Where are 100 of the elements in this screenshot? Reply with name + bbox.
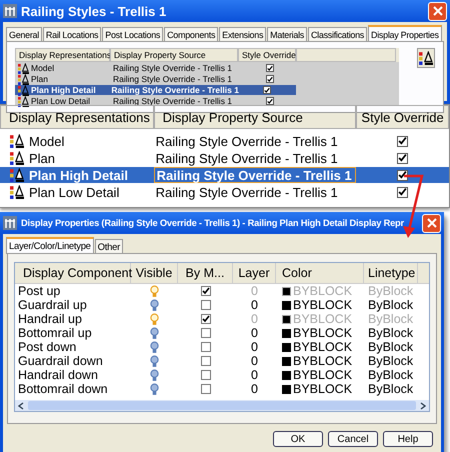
column-header: Display Representations: [15, 48, 110, 62]
column-header: Display Property Source: [154, 105, 356, 129]
dialog-button[interactable]: Help: [383, 431, 433, 447]
checkbox[interactable]: [200, 356, 210, 366]
tab[interactable]: Materials: [267, 27, 307, 42]
component-name: Bottomrail up: [17, 326, 93, 340]
column-header: Display Component: [15, 263, 131, 283]
app-icon: [3, 216, 17, 230]
checkbox[interactable]: [200, 384, 210, 394]
property-source: Railing Style Override - Trellis 1: [112, 74, 234, 84]
checkbox[interactable]: [200, 370, 210, 380]
column-header: Display Representations: [0, 105, 154, 129]
layer-value: 0: [250, 368, 259, 382]
color-swatch: [282, 300, 291, 310]
list-row[interactable]: Model Railing Style Override - Trellis 1: [15, 63, 399, 73]
linetype-value: ByBlock: [367, 312, 414, 326]
representation-name: Plan Low Detail: [31, 96, 90, 106]
checkbox[interactable]: [397, 170, 408, 180]
color-swatch: [282, 286, 291, 296]
checkbox[interactable]: [397, 186, 408, 198]
column-header: Linetype: [364, 263, 418, 283]
checkbox[interactable]: [397, 152, 408, 164]
list-row[interactable]: Model Railing Style Override - Trellis 1: [0, 133, 449, 149]
linetype-value: ByBlock: [367, 284, 414, 298]
component-name: Post down: [17, 340, 78, 354]
column-header: Layer: [233, 263, 276, 283]
tab[interactable]: Classifications: [308, 27, 368, 42]
color-value: BYBLOCK: [293, 354, 352, 368]
app-icon: [3, 4, 17, 18]
list-row[interactable]: Plan Railing Style Override - Trellis 1: [0, 150, 449, 166]
window-title: Display Properties (Railing Style Override - Trellis 1) - Railing Plan High Detail Display Repr: [21, 218, 404, 228]
color-value: BYBLOCK: [293, 284, 352, 298]
column-header: Display Property Source: [110, 48, 238, 62]
tab[interactable]: Layer/Color/Linetype: [6, 237, 94, 254]
list-row[interactable]: Plan High Detail Railing Style Override - Trellis 1: [0, 167, 449, 183]
checkbox[interactable]: [200, 342, 210, 352]
column-header: Style Override: [238, 48, 296, 62]
tab[interactable]: Other: [94, 239, 123, 254]
display-rep-icon: [10, 151, 24, 165]
color-value: BYBLOCK: [293, 312, 352, 326]
display-rep-icon: [10, 185, 24, 199]
component-name: Guardrail down: [17, 354, 104, 368]
scroll-thumb[interactable]: [28, 401, 416, 410]
representation-name: Model: [31, 63, 54, 73]
checkbox[interactable]: [200, 300, 210, 310]
list-row[interactable]: Plan Low Detail Railing Style Override - Trellis 1: [15, 96, 399, 106]
dialog-button[interactable]: Cancel: [328, 431, 378, 447]
layer-value: 0: [250, 298, 259, 312]
linetype-value: ByBlock: [367, 340, 414, 354]
color-swatch: [282, 314, 291, 324]
color-swatch: [282, 384, 291, 394]
display-rep-button[interactable]: [417, 48, 435, 68]
column-header: Color: [276, 263, 364, 283]
checkbox[interactable]: [200, 328, 210, 338]
checkbox[interactable]: [200, 286, 210, 296]
column-header: Visible: [131, 263, 178, 283]
list-row[interactable]: Plan Railing Style Override - Trellis 1: [15, 74, 399, 84]
tab[interactable]: Display Properties: [368, 25, 442, 42]
color-value: BYBLOCK: [293, 382, 352, 396]
list-row[interactable]: Plan High Detail Railing Style Override - Trellis 1: [15, 85, 296, 95]
horizontal-scrollbar[interactable]: [15, 400, 429, 411]
color-swatch: [282, 328, 291, 338]
representation-name: Plan: [31, 74, 48, 84]
tab[interactable]: General: [6, 27, 42, 42]
checkbox[interactable]: [200, 314, 210, 324]
tab[interactable]: Post Locations: [102, 27, 164, 42]
checkbox[interactable]: [266, 64, 274, 72]
light-bulb-icon[interactable]: [150, 326, 159, 340]
color-value: BYBLOCK: [293, 340, 352, 354]
display-rep-icon: [18, 62, 29, 74]
display-rep-icon: [18, 84, 29, 96]
close-button[interactable]: [428, 2, 447, 20]
tab[interactable]: Rail Locations: [42, 27, 102, 42]
component-name: Handrail up: [17, 312, 83, 326]
component-name: Guardrail up: [17, 298, 88, 312]
close-icon: [426, 218, 436, 228]
checkbox[interactable]: [263, 86, 272, 94]
light-bulb-icon[interactable]: [150, 340, 159, 354]
light-bulb-icon[interactable]: [150, 382, 159, 396]
list-row[interactable]: Plan Low Detail Railing Style Override - Trellis 1: [0, 184, 449, 200]
layer-value: 0: [250, 340, 259, 354]
property-source: Railing Style Override - Trellis 1: [112, 63, 234, 73]
display-rep-icon: [18, 96, 29, 106]
scroll-right-icon[interactable]: [420, 402, 426, 410]
layer-value: 0: [250, 354, 259, 368]
light-bulb-icon[interactable]: [150, 368, 159, 382]
property-source: Railing Style Override - Trellis 1: [112, 96, 234, 106]
tab[interactable]: Extensions: [219, 27, 266, 42]
color-swatch: [282, 356, 291, 366]
light-bulb-icon[interactable]: [150, 298, 159, 312]
representation-name: Plan: [29, 150, 56, 166]
checkbox[interactable]: [397, 136, 408, 146]
light-bulb-icon[interactable]: [150, 354, 159, 368]
display-rep-icon: [10, 134, 24, 148]
scroll-left-icon[interactable]: [18, 402, 24, 410]
dialog-button[interactable]: OK: [273, 431, 323, 447]
tab[interactable]: Components: [164, 27, 218, 42]
close-button[interactable]: [422, 214, 441, 232]
checkbox[interactable]: [266, 97, 274, 105]
checkbox[interactable]: [266, 75, 274, 83]
